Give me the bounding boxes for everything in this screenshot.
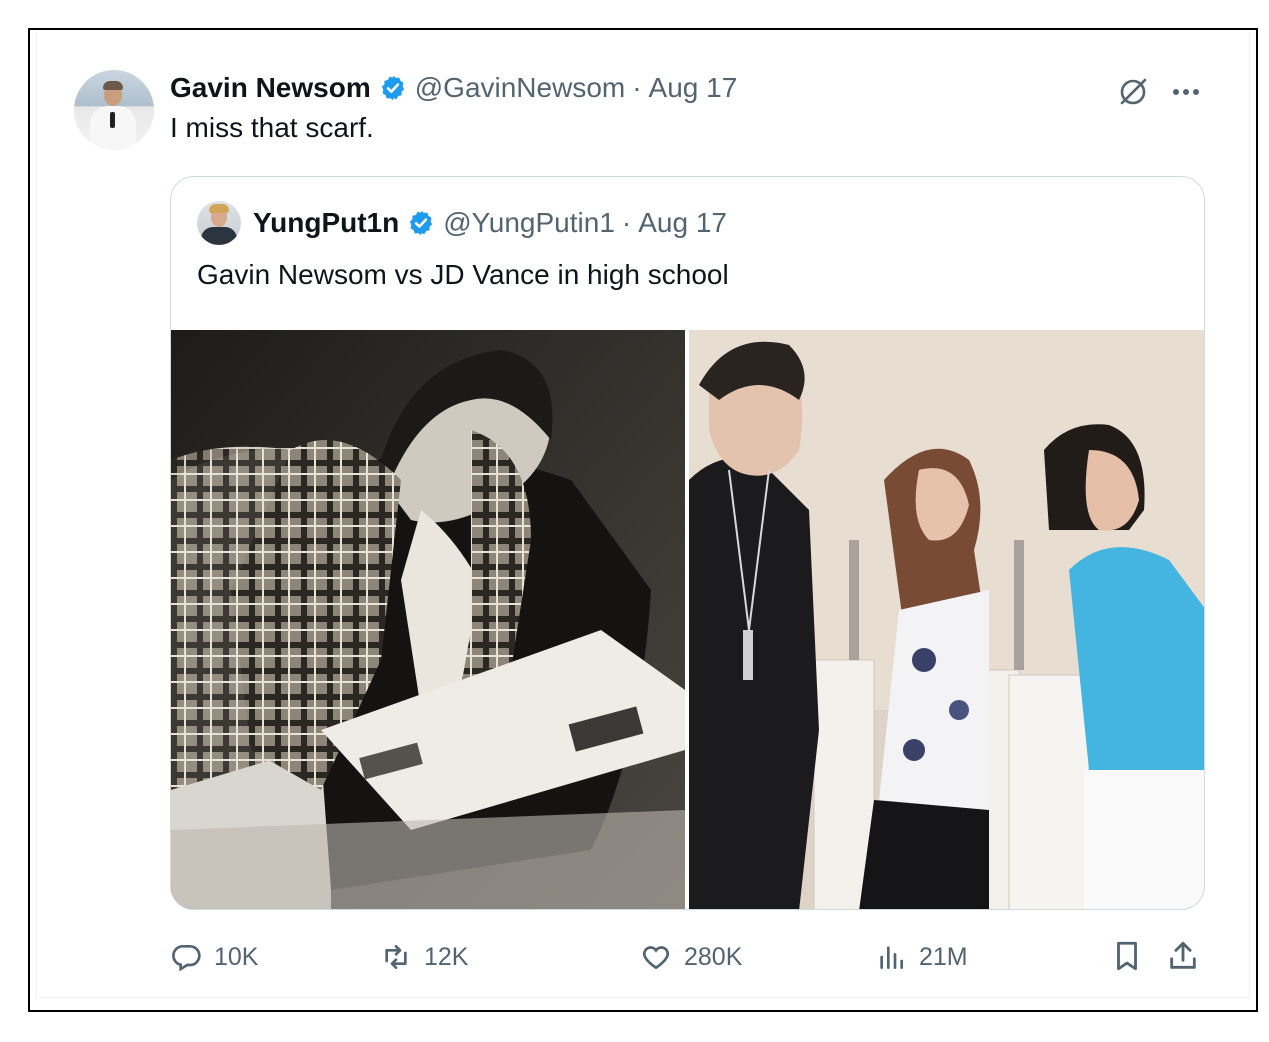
reply-button[interactable]: 10K: [170, 930, 258, 984]
like-button[interactable]: 280K: [640, 930, 742, 984]
quoted-text: Gavin Newsom vs JD Vance in high school: [197, 259, 729, 290]
views-chart-icon: [880, 946, 903, 969]
reply-count: 10K: [214, 942, 259, 971]
separator-dot: ·: [632, 72, 642, 103]
repost-count: 12K: [424, 942, 469, 971]
tweet-date[interactable]: Aug 17: [649, 72, 738, 104]
like-count: 280K: [684, 942, 743, 971]
separator-dot: ·: [621, 207, 632, 238]
quoted-header: YungPut1n @YungPutin1 · Aug 17: [253, 203, 727, 243]
author-name[interactable]: Gavin Newsom: [170, 72, 371, 104]
reply-icon: [172, 945, 201, 972]
verified-badge-icon: [410, 210, 433, 236]
quoted-tweet[interactable]: YungPut1n @YungPutin1 · Aug 17 Gavin New…: [170, 176, 1205, 910]
heart-icon: [642, 946, 670, 970]
author-handle[interactable]: @GavinNewsom: [415, 72, 625, 104]
photo-scarf-newspaper[interactable]: [171, 330, 685, 909]
repost-icon: [385, 945, 407, 969]
tweet-header: Gavin Newsom @GavinNewsom · Aug 17: [170, 68, 737, 108]
action-bar: 10K 12K 280K 21M: [30, 930, 1260, 984]
verified-badge-icon: [381, 75, 404, 101]
quoted-author-handle[interactable]: @YungPutin1: [443, 207, 615, 239]
photo-group-restroom[interactable]: [689, 330, 1204, 909]
grok-icon[interactable]: [1115, 74, 1151, 110]
quoted-author-name[interactable]: YungPut1n: [253, 207, 399, 239]
views-button[interactable]: 21M: [875, 930, 968, 984]
quoted-author-avatar[interactable]: [197, 201, 241, 245]
views-count: 21M: [919, 942, 968, 971]
more-options-icon[interactable]: [1166, 74, 1206, 110]
quoted-date[interactable]: Aug 17: [638, 207, 727, 239]
author-avatar[interactable]: [74, 70, 154, 150]
tweet-frame: Gavin Newsom @GavinNewsom · Aug 17 I mis…: [28, 28, 1258, 1012]
share-icon[interactable]: [1166, 939, 1200, 973]
bookmark-icon[interactable]: [1110, 939, 1144, 973]
repost-button[interactable]: 12K: [380, 930, 468, 984]
tweet-text: I miss that scarf.: [170, 112, 374, 143]
